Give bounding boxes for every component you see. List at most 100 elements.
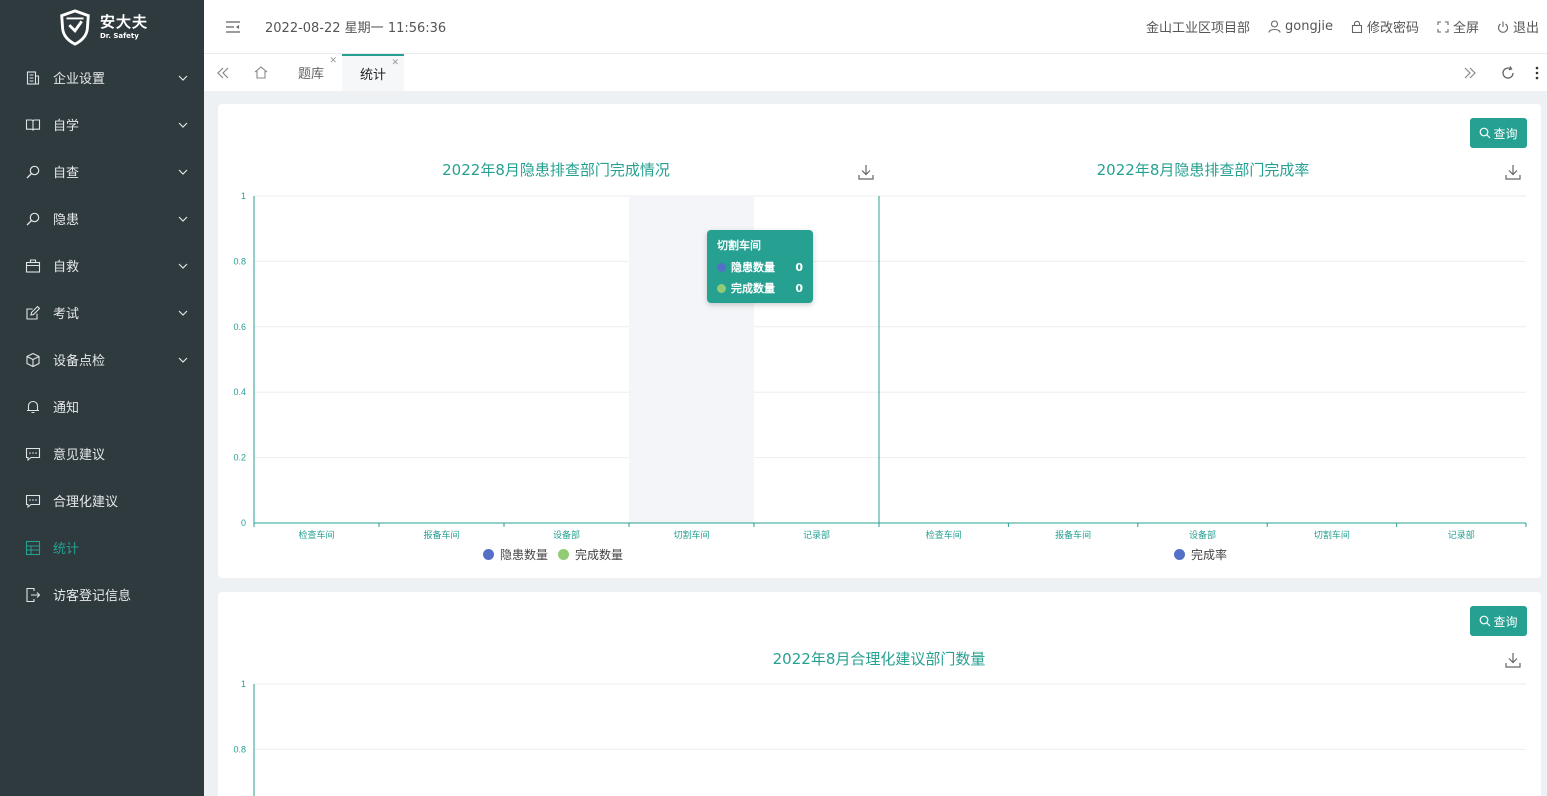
y-tick-label: 0.6 [233, 322, 246, 332]
x-tick-label: 检查车间 [298, 529, 334, 540]
building-icon [25, 70, 41, 86]
home-tab[interactable] [242, 54, 280, 91]
logout-button[interactable]: 退出 [1497, 17, 1539, 36]
y-tick-label: 0.4 [233, 387, 246, 397]
chart-canvas: 0 0.2 0.4 0.6 0.8 1 检查车间 报备车间 设备部 切割车间 记录部 检查车间 报备车间… [233, 191, 1527, 540]
top-header: 2022-08-22 星期一 11:56:36 金山工业区项目部 gongjie… [204, 0, 1547, 54]
sidebar-menu: 企业设置自学自查隐患 自救 考试 设备点检 通知 意见建议合理化建议统计访客登记信息 [0, 54, 204, 618]
chart-canvas: 0.81 [233, 679, 1526, 796]
x-tick-label: 报备车间 [423, 529, 459, 540]
sidebar-item-label: 自查 [53, 166, 80, 181]
sidebar-item[interactable]: 设备点检 [0, 336, 204, 383]
edit-icon [25, 305, 41, 321]
statistics-card-suggestions: 查询 2022年8月合理化建议部门数量 0.8 1 [218, 592, 1541, 796]
x-tick-label: 设备部 [553, 529, 580, 540]
tabs-scroll-right-button[interactable] [1451, 54, 1489, 91]
message-icon [25, 493, 41, 509]
sidebar-item[interactable]: 合理化建议 [0, 477, 204, 524]
tooltip-row: 完成数量 0 [717, 280, 803, 296]
sidebar-item[interactable]: 企业设置 [0, 54, 204, 101]
y-tick-label: 0.8 [233, 744, 246, 754]
legend-dot [483, 549, 494, 560]
tab-question-bank[interactable]: 题库 ✕ [280, 54, 342, 91]
y-tick-label: 0 [241, 518, 246, 528]
user-menu[interactable]: gongjie [1268, 19, 1333, 34]
y-tick-label: 1 [241, 191, 246, 201]
fullscreen-button[interactable]: 全屏 [1437, 17, 1479, 36]
statistics-card-hazards: 查询 2022年8月隐患排查部门完成情况 2022年8月隐患排查部门完成率 00… [218, 104, 1541, 578]
refresh-button[interactable] [1489, 54, 1527, 91]
sidebar-item-label: 合理化建议 [53, 495, 119, 510]
legend-item[interactable]: 隐患数量 [483, 546, 548, 563]
series-dot [717, 262, 726, 272]
sidebar-item-label: 自学 [53, 119, 80, 134]
search-icon [25, 211, 41, 227]
user-icon [1268, 20, 1281, 33]
home-icon [254, 66, 268, 79]
legend-label: 完成率 [1191, 548, 1228, 562]
menu-toggle-icon[interactable] [225, 20, 241, 34]
chevron-down-icon [177, 119, 189, 131]
shield-logo-icon [60, 9, 90, 46]
tabs-bar: 题库 ✕ 统计 ✕ [204, 54, 1547, 91]
sidebar-item[interactable]: 隐患 [0, 195, 204, 242]
change-password-label: 修改密码 [1366, 21, 1419, 36]
sidebar-item[interactable]: 意见建议 [0, 430, 204, 477]
brand-name: 安大夫 [99, 12, 148, 31]
tab-label: 题库 [298, 67, 325, 82]
sidebar-item-label: 企业设置 [53, 72, 106, 87]
x-tick-label: 检查车间 [926, 529, 962, 540]
y-tick-label: 0.2 [233, 453, 246, 463]
sidebar-item-label: 访客登记信息 [53, 589, 132, 604]
fullscreen-label: 全屏 [1452, 21, 1479, 36]
close-icon[interactable]: ✕ [329, 56, 337, 66]
logout-label: 退出 [1512, 21, 1539, 36]
tab-statistics[interactable]: 统计 ✕ [342, 54, 405, 91]
refresh-icon [1502, 65, 1514, 79]
y-tick-label: 0.8 [233, 256, 246, 266]
close-icon[interactable]: ✕ [391, 58, 399, 68]
sidebar-item[interactable]: 统计 [0, 524, 204, 571]
legend-dot [1174, 549, 1185, 560]
message-icon [25, 446, 41, 462]
chevron-down-icon [177, 260, 189, 272]
sidebar-item-label: 统计 [53, 542, 80, 557]
x-tick-label: 记录部 [803, 529, 830, 540]
tabs-scroll-left-button[interactable] [204, 54, 242, 91]
tooltip-series-value: 0 [795, 281, 803, 295]
chevron-down-icon [177, 72, 189, 84]
project-selector[interactable]: 金山工业区项目部 [1146, 17, 1250, 36]
sidebar-item[interactable]: 考试 [0, 289, 204, 336]
tooltip-row: 隐患数量 0 [717, 259, 803, 275]
tooltip-series-value: 0 [795, 260, 803, 274]
legend-label: 隐患数量 [500, 548, 549, 562]
logo: 安大夫 Dr. Safety [0, 0, 204, 54]
sidebar-item[interactable]: 访客登记信息 [0, 571, 204, 618]
search-icon [25, 164, 41, 180]
cube-icon [25, 352, 41, 368]
chevron-down-icon [177, 166, 189, 178]
double-chevron-right-icon [1464, 67, 1476, 78]
legend-item[interactable]: 完成率 [1174, 546, 1227, 563]
sidebar-item[interactable]: 自查 [0, 148, 204, 195]
more-vertical-icon [1535, 66, 1539, 79]
power-icon [1498, 21, 1508, 33]
x-tick-label: 切割车间 [1314, 529, 1350, 540]
y-tick-label: 1 [241, 679, 246, 689]
x-tick-label: 报备车间 [1055, 529, 1091, 540]
double-chevron-left-icon [217, 67, 229, 78]
sidebar-item[interactable]: 自学 [0, 101, 204, 148]
chart-tooltip: 切割车间 隐患数量 0 完成数量 0 [707, 230, 813, 303]
chart-legend: 完成率 [1174, 546, 1237, 563]
chart-legend: 隐患数量 完成数量 [483, 546, 633, 563]
change-password-button[interactable]: 修改密码 [1351, 17, 1419, 36]
fullscreen-icon [1437, 20, 1449, 33]
legend-dot [558, 549, 570, 560]
chevron-down-icon [177, 213, 189, 225]
sidebar: 安大夫 Dr. Safety 企业设置自学自查隐患 自救 考试 设备点检 通知 意见建议合… [0, 0, 204, 796]
legend-item[interactable]: 完成数量 [558, 546, 623, 563]
more-options-button[interactable] [1527, 54, 1547, 91]
tooltip-series-name: 完成数量 [731, 282, 775, 295]
sidebar-item[interactable]: 自救 [0, 242, 204, 289]
sidebar-item[interactable]: 通知 [0, 383, 204, 430]
